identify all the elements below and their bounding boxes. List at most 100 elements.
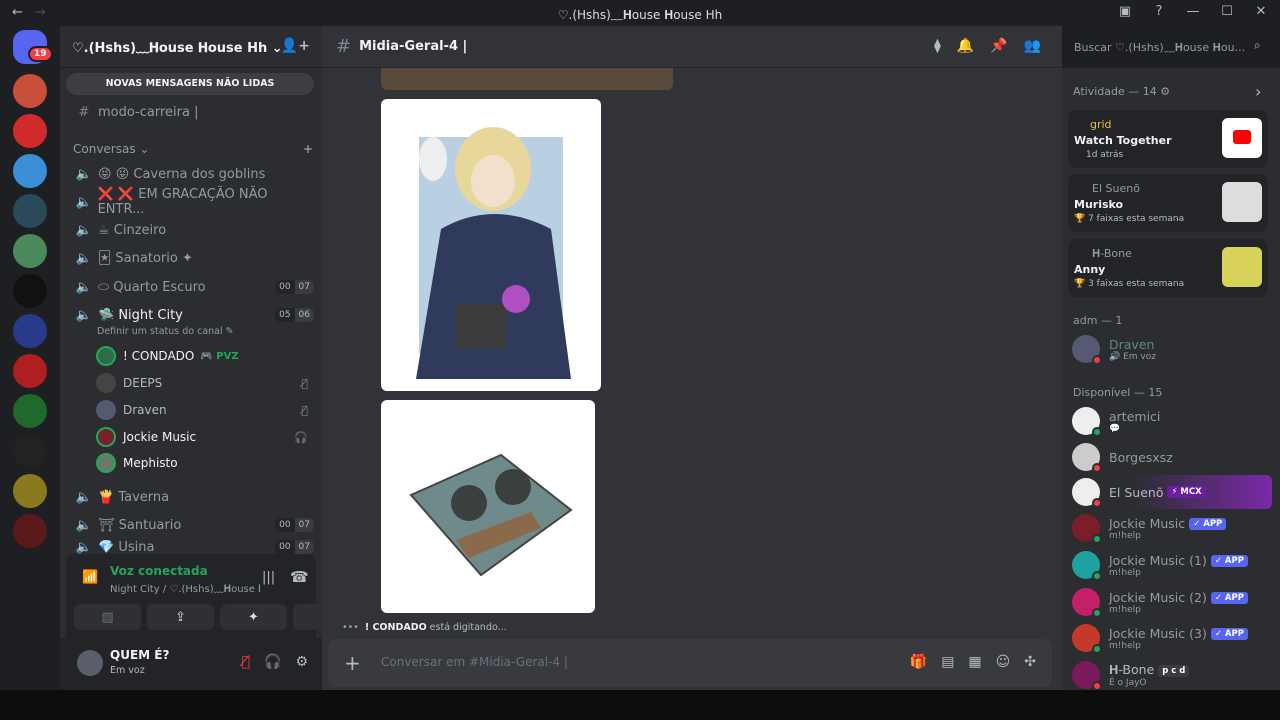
- threads-icon[interactable]: ⧫: [934, 38, 941, 54]
- server-header[interactable]: ♡.(Hshs)﹏𝐇ouse 𝐇ouse Hh ⌄ 👤+: [60, 26, 322, 68]
- voice-channel[interactable]: 🔈 ⛩ Santuario 00 07: [74, 512, 314, 538]
- close-icon[interactable]: ✕: [1252, 4, 1270, 19]
- activities-button[interactable]: ✦: [220, 604, 287, 630]
- member-item[interactable]: Borgesxsz: [1072, 440, 1272, 474]
- voice-channel[interactable]: 🔈 ❌ ❌ EM GRACAÇÃO NÃO ENTR...: [74, 187, 314, 217]
- voice-channel[interactable]: 🔈 ⬭ Quarto Escuro 00 07: [74, 274, 314, 300]
- channel-label: modo-carreira |: [98, 104, 199, 120]
- camera-off-button[interactable]: ▧: [74, 604, 141, 630]
- member-item[interactable]: Jockie Music (3) ✓ APP m!help: [1072, 621, 1272, 655]
- server-icon[interactable]: [13, 354, 47, 388]
- server-icon[interactable]: [13, 474, 47, 508]
- invite-icon[interactable]: 👤+: [281, 38, 310, 54]
- voice-user[interactable]: Draven 🎙̸: [96, 398, 308, 422]
- channel-status-hint[interactable]: Definir um status do canal ✎: [97, 326, 234, 337]
- member-item[interactable]: Jockie Music (2) ✓ APP m!help: [1072, 585, 1272, 619]
- app-tag: ✓ APP: [1210, 628, 1248, 640]
- image-attachment[interactable]: [381, 68, 673, 90]
- server-icon[interactable]: [13, 194, 47, 228]
- message-input[interactable]: Conversar em #Midia-Geral-4 |: [381, 655, 568, 669]
- avatar[interactable]: [77, 650, 103, 676]
- server-icon[interactable]: [13, 234, 47, 268]
- server-icon[interactable]: [13, 114, 47, 148]
- inbox-icon[interactable]: ▣: [1116, 4, 1134, 19]
- unread-banner[interactable]: NOVAS MENSAGENS NÃO LIDAS: [66, 73, 314, 95]
- channel-label: 😝 😝 Caverna dos goblins: [98, 166, 266, 182]
- activity-user: 𝐇-Bone: [1092, 247, 1132, 260]
- member-name: Borgesxsz: [1109, 449, 1173, 465]
- search-input[interactable]: Buscar ♡.(Hshs)﹏𝐇ouse 𝐇ou...: [1066, 33, 1272, 59]
- add-channel-icon[interactable]: +: [303, 142, 313, 156]
- server-icon[interactable]: [13, 74, 47, 108]
- member-list: Atividade — 14 ⚙ › grid Watch Together 1…: [1062, 68, 1280, 690]
- user-limit: 00 07: [275, 540, 314, 554]
- activity-card[interactable]: grid Watch Together 1d atrás: [1068, 110, 1268, 168]
- voice-user[interactable]: ! CONDADO 🎮 PVZ: [96, 344, 308, 368]
- server-icon[interactable]: [13, 514, 47, 548]
- category-conversas[interactable]: Conversas ⌄ +: [73, 142, 313, 156]
- bell-icon[interactable]: 🔔: [957, 38, 974, 54]
- voice-channel[interactable]: 🔈 🍟 Taverna: [74, 484, 314, 510]
- member-item[interactable]: Jockie Music (1) ✓ APP m!help: [1072, 548, 1272, 582]
- maximize-icon[interactable]: ☐: [1218, 4, 1236, 19]
- voice-channel[interactable]: 🔈 😝 😝 Caverna dos goblins: [74, 161, 314, 187]
- server-icon[interactable]: [13, 314, 47, 348]
- image-attachment[interactable]: [381, 400, 595, 613]
- voice-channel[interactable]: 🔈 🃏 Sanatorio ✦: [74, 245, 314, 271]
- chevron-right-icon[interactable]: ›: [1255, 82, 1261, 101]
- headphones-icon[interactable]: 🎧: [264, 654, 281, 670]
- channel-label: ❌ ❌ EM GRACAÇÃO NÃO ENTR...: [97, 187, 268, 217]
- add-attachment-icon[interactable]: +: [344, 651, 361, 675]
- server-icon[interactable]: [13, 274, 47, 308]
- server-name: ♡.(Hshs)﹏𝐇ouse 𝐇ouse Hh ⌄: [72, 41, 283, 56]
- gif-icon[interactable]: ▤: [941, 654, 954, 670]
- voice-user[interactable]: Mephisto: [96, 451, 308, 475]
- deafened-icon: 🎧: [294, 430, 308, 444]
- member-item[interactable]: Draven 🔊 Em voz: [1072, 332, 1272, 366]
- message-composer[interactable]: + Conversar em #Midia-Geral-4 | 🎁 ▤ ▦ ☺ …: [328, 639, 1052, 687]
- mute-icon[interactable]: 🎙̸: [242, 654, 250, 670]
- voice-channel[interactable]: 🔈 💎 Usina 00 07: [74, 540, 314, 554]
- image-attachment[interactable]: [381, 99, 601, 391]
- activity-card[interactable]: 𝐇-Bone Anny 🏆 3 faixas esta semana: [1068, 239, 1268, 297]
- typing-user: ! CONDADO: [364, 622, 427, 633]
- member-item[interactable]: 𝐇-Bone p c d É o JayO: [1072, 658, 1272, 690]
- noise-suppression-icon[interactable]: |||: [262, 570, 275, 585]
- username[interactable]: QUEM É?: [110, 648, 169, 662]
- member-sub: m!help: [1109, 567, 1141, 578]
- pin-icon[interactable]: 📌: [990, 38, 1007, 54]
- window-title: ♡.(Hshs)﹏𝐇ouse 𝐇ouse Hh: [557, 8, 723, 22]
- typing-dots-icon: •••: [342, 622, 359, 633]
- avatar: [1072, 443, 1102, 473]
- channel-modo-carreira[interactable]: # modo-carreira |: [74, 99, 314, 125]
- member-item[interactable]: artemici 💬: [1072, 404, 1272, 438]
- member-item[interactable]: El Suenõ ⚡ MCX: [1072, 475, 1272, 509]
- members-icon[interactable]: 👥: [1024, 38, 1041, 54]
- voice-channel-active[interactable]: 🔈 🛸 Night City 05 06: [74, 302, 314, 328]
- disconnect-icon[interactable]: ☎: [290, 568, 309, 586]
- signal-icon[interactable]: 📶: [82, 570, 98, 585]
- server-icon[interactable]: [13, 434, 47, 468]
- voice-location[interactable]: Night City / ♡.(Hshs)﹏𝐇ouse 𝐇o...: [110, 580, 260, 595]
- help-icon[interactable]: ?: [1150, 4, 1168, 19]
- emoji-icon[interactable]: ☺: [996, 654, 1011, 670]
- voice-channel[interactable]: 🔈 ☕ Cinzeiro: [74, 217, 314, 243]
- sticker-icon[interactable]: ▦: [968, 654, 981, 670]
- speaker-icon: 🔈: [75, 540, 93, 554]
- server-icon[interactable]: [13, 154, 47, 188]
- screen-share-button[interactable]: ⇪: [147, 604, 214, 630]
- settings-icon[interactable]: ⚙: [295, 654, 308, 670]
- minimize-icon[interactable]: —: [1184, 4, 1202, 19]
- server-icon[interactable]: [13, 394, 47, 428]
- category-label: Conversas ⌄: [73, 142, 150, 156]
- voice-status[interactable]: Voz conectada: [110, 564, 208, 578]
- server-list: 19: [0, 26, 60, 690]
- activity-card[interactable]: El Suenõ Murisko 🏆 7 faixas esta semana: [1068, 174, 1268, 232]
- gift-icon[interactable]: 🎁: [910, 654, 927, 670]
- apps-icon[interactable]: ✣: [1024, 654, 1036, 670]
- activity-header[interactable]: Atividade — 14 ⚙: [1073, 85, 1170, 98]
- member-item[interactable]: Jockie Music ✓ APP m!help: [1072, 511, 1272, 545]
- voice-user[interactable]: Jockie Music 🎧: [96, 425, 308, 449]
- voice-user[interactable]: DEEPS 🎙̸: [96, 371, 308, 395]
- cassette-tape-image: [409, 453, 573, 577]
